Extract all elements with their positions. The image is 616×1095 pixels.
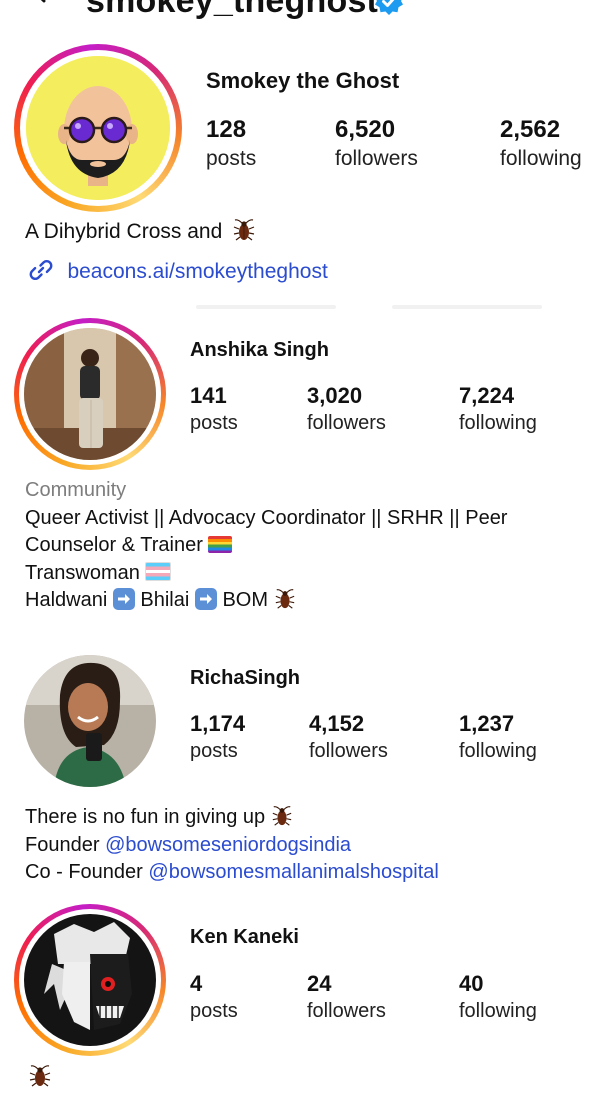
back-arrow-icon[interactable] [26, 0, 52, 4]
stat-followers-label: followers [335, 147, 418, 170]
stat-posts[interactable]: 141 posts [190, 382, 238, 436]
story-ring[interactable] [14, 904, 166, 1056]
profile-bio: There is no fun in giving up Founder @bo… [25, 804, 439, 887]
avatar[interactable] [26, 56, 170, 200]
divider [196, 305, 336, 309]
person-photo-icon [24, 328, 156, 460]
cockroach-emoji-icon [29, 1065, 51, 1087]
stat-following-label: following [459, 740, 537, 762]
divider [392, 305, 542, 309]
stat-followers[interactable]: 4,152 followers [309, 710, 388, 764]
stat-following[interactable]: 7,224 following [459, 382, 537, 436]
stat-followers-count: 6,520 [335, 116, 396, 143]
stat-followers-count: 4,152 [309, 711, 365, 736]
right-arrow-emoji-icon [112, 588, 135, 610]
stat-posts-label: posts [190, 412, 238, 434]
stat-followers-label: followers [307, 1000, 386, 1022]
stat-posts-count: 1,174 [190, 711, 246, 736]
avatar[interactable] [24, 655, 156, 787]
stat-following[interactable]: 2,562 following [500, 115, 582, 172]
profile-display-name: Smokey the Ghost [206, 68, 400, 93]
stat-following-count: 7,224 [459, 383, 515, 408]
stat-posts[interactable]: 1,174 posts [190, 710, 245, 764]
stat-following[interactable]: 40 following [459, 970, 537, 1024]
stat-following-label: following [459, 412, 537, 434]
stat-followers-label: followers [307, 412, 386, 434]
stat-following-count: 1,237 [459, 711, 515, 736]
story-ring[interactable] [14, 44, 182, 212]
profile-display-name: Ken Kaneki [190, 926, 299, 948]
profile-link-text[interactable]: beacons.ai/smokeytheghost [67, 260, 327, 283]
bio-line: Founder @bowsomeseniordogsindia [25, 833, 352, 856]
anime-character-icon [24, 914, 156, 1046]
profile-bio: Community Queer Activist || Advocacy Coo… [25, 477, 507, 615]
avatar[interactable] [24, 328, 156, 460]
bio-line: A Dihybrid Cross and [25, 220, 223, 243]
stat-following-label: following [459, 1000, 537, 1022]
avatar[interactable] [24, 914, 156, 1046]
mention-link[interactable]: @bowsomeseniordogsindia [105, 834, 351, 856]
stat-posts-count: 128 [206, 116, 247, 143]
bio-line: Queer Activist || Advocacy Coordinator |… [25, 506, 508, 529]
stat-followers-count: 3,020 [307, 383, 363, 408]
stat-followers-count: 24 [307, 971, 332, 996]
stat-posts-count: 141 [190, 383, 227, 408]
stat-posts-label: posts [190, 740, 238, 762]
stat-posts-label: posts [206, 147, 257, 170]
bio-line: There is no fun in giving up [25, 804, 439, 832]
stat-posts-count: 4 [190, 971, 203, 996]
stat-following-label: following [500, 147, 582, 170]
profile-display-name: RichaSingh [190, 667, 301, 689]
stat-posts-label: posts [190, 1000, 238, 1022]
bio-line: Co - Founder @bowsomesmallanimalshospita… [25, 861, 439, 883]
profile-bio: A Dihybrid Cross and [25, 218, 256, 246]
profile-category: Community [25, 479, 127, 501]
profile-display-name: Anshika Singh [190, 339, 329, 361]
stat-followers[interactable]: 24 followers [307, 970, 386, 1024]
person-photo-icon [24, 655, 156, 787]
cockroach-emoji-icon [275, 589, 294, 609]
rainbow-flag-emoji-icon [208, 536, 233, 553]
mention-link[interactable]: @bowsomesmallanimalshospital [148, 861, 438, 883]
profile-link[interactable]: beacons.ai/smokeytheghost [27, 256, 328, 284]
cockroach-emoji-icon [272, 806, 292, 826]
link-icon [29, 259, 53, 281]
profile-username: smokey_theghost [86, 0, 379, 20]
story-ring[interactable] [14, 318, 166, 470]
cockroach-emoji-icon [233, 219, 255, 241]
stat-followers-label: followers [309, 740, 388, 762]
stat-posts[interactable]: 128 posts [206, 115, 256, 172]
cartoon-face-icon [26, 56, 170, 200]
stat-following[interactable]: 1,237 following [459, 710, 537, 764]
right-arrow-emoji-icon [194, 588, 217, 610]
transgender-flag-emoji-icon [145, 561, 172, 581]
bio-line: Transwoman [25, 560, 507, 588]
stat-following-count: 2,562 [500, 116, 561, 143]
verified-badge-icon [375, 0, 403, 15]
bio-line: Haldwani Bhilai BOM [25, 587, 507, 615]
bio-line: Counselor & Trainer [25, 532, 507, 560]
stat-followers[interactable]: 6,520 followers [335, 115, 418, 172]
stat-followers[interactable]: 3,020 followers [307, 382, 386, 436]
stat-following-count: 40 [459, 971, 484, 996]
stat-posts[interactable]: 4 posts [190, 970, 238, 1024]
